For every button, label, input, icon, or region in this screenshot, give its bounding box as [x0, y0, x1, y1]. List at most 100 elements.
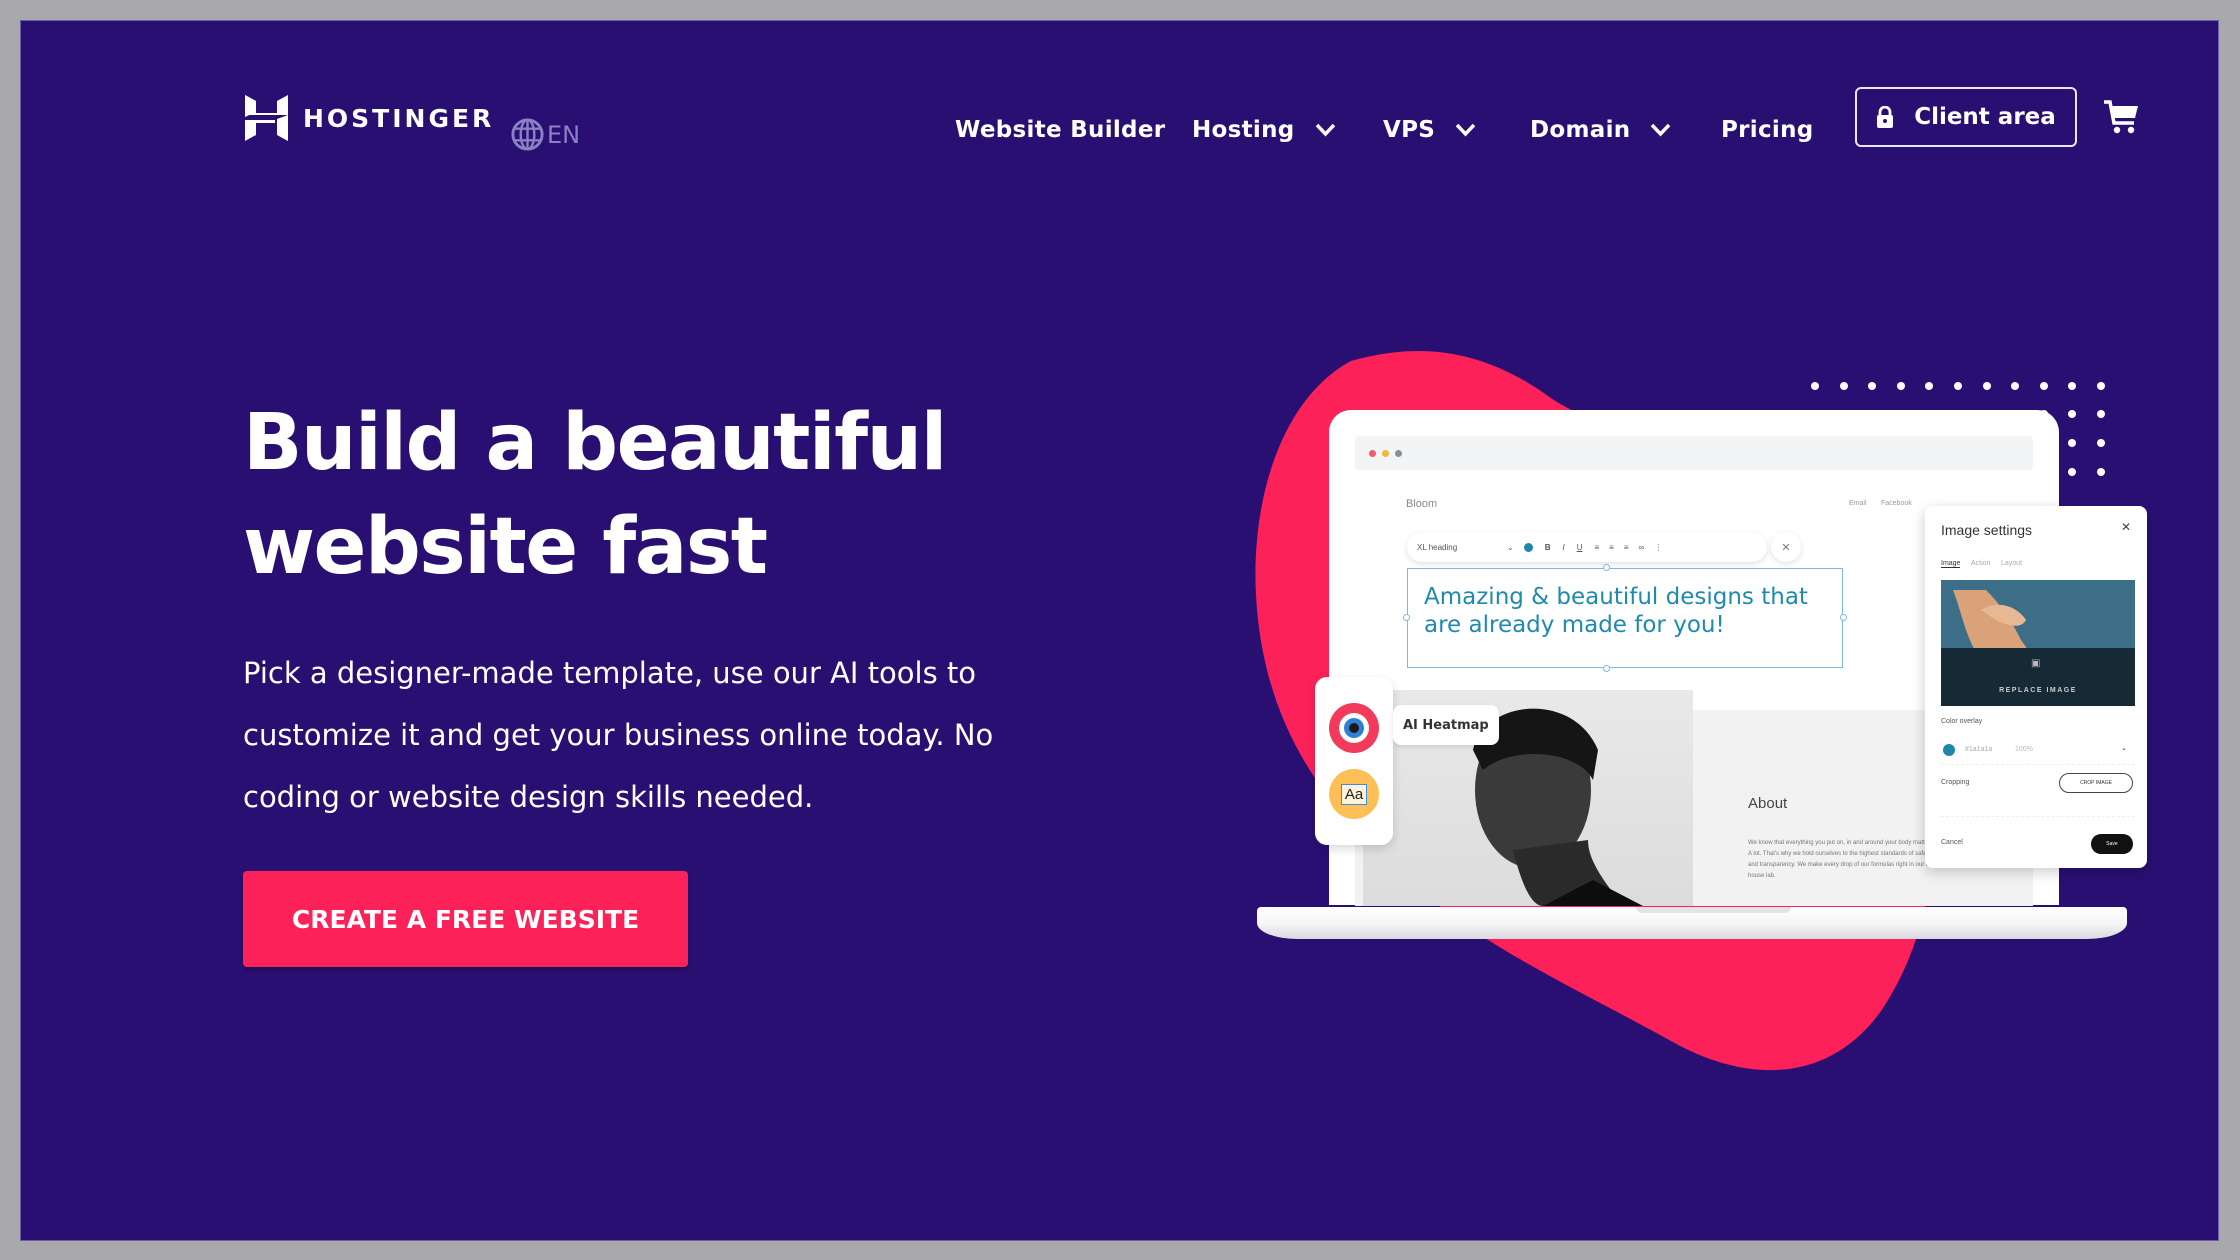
decorative-dot: [1811, 410, 1819, 418]
nav-domain[interactable]: Domain: [1530, 117, 1671, 143]
pink-blob-shape: [1255, 351, 1934, 1071]
decorative-dot: [1982, 382, 1991, 390]
decorative-dot: [2039, 382, 2048, 390]
decorative-dot: [1896, 410, 1905, 418]
replace-overlay: [1941, 648, 2135, 706]
decorative-dot: [1868, 382, 1877, 390]
decorative-dot: [1925, 410, 1934, 418]
hero-title: Build a beautiful website fast: [243, 391, 1143, 599]
nav-pricing[interactable]: Pricing: [1721, 117, 1814, 143]
cropping-label: Cropping: [1941, 779, 1970, 786]
color-overlay-label: Color overlay: [1941, 718, 1983, 725]
resize-handle: [1603, 665, 1610, 672]
hero-title-line2: website fast: [243, 502, 768, 592]
camera-icon: ▣: [2031, 658, 2041, 669]
image-settings-panel: Image settings ✕ Image Action Layout ▣ R…: [1925, 506, 2147, 868]
close-icon: ✕: [2120, 520, 2131, 534]
nav-label: Hosting: [1192, 117, 1295, 143]
bold-icon: B: [1544, 542, 1551, 552]
brand-name: HOSTINGER: [303, 103, 495, 133]
resize-handle: [1603, 564, 1610, 571]
ai-tools-card: Aa: [1315, 677, 1393, 845]
language-code: EN: [547, 120, 581, 149]
decorative-dot: [1954, 382, 1962, 390]
lock-icon: [1877, 106, 1894, 128]
decorative-dot: [1954, 410, 1962, 418]
hero-title-line1: Build a beautiful: [243, 398, 947, 488]
decorative-dot: [2097, 410, 2105, 418]
site-brand: Bloom: [1406, 498, 1438, 510]
panel-tab-image: Image: [1941, 560, 1961, 568]
nav-label: Website Builder: [955, 117, 1166, 143]
nav-website-builder[interactable]: Website Builder: [955, 117, 1165, 143]
decorative-dot: [2097, 382, 2105, 390]
cta-label: CREATE A FREE WEBSITE: [291, 904, 640, 934]
nav-label: VPS: [1383, 117, 1436, 143]
ai-heatmap-eye-icon: [1329, 703, 1379, 753]
decorative-dot: [2097, 439, 2105, 447]
resize-handle: [1840, 614, 1847, 621]
image-preview: ▣ REPLACE IMAGE: [1941, 580, 2135, 706]
create-free-website-button[interactable]: CREATE A FREE WEBSITE: [243, 871, 688, 967]
align-left-icon: ≡: [1594, 542, 1600, 552]
about-text: We know that everything you put on, in a…: [1748, 840, 1935, 879]
language-selector[interactable]: EN: [510, 117, 580, 152]
replace-image-label: REPLACE IMAGE: [1999, 687, 2077, 694]
decorative-dot: [2068, 410, 2077, 418]
close-icon: ✕: [1771, 532, 1801, 562]
text-color-icon: [1523, 542, 1533, 552]
underline-icon: U: [1576, 542, 1583, 552]
nav-hosting[interactable]: Hosting: [1192, 117, 1336, 143]
chevron-down-icon: ⌄: [2121, 745, 2127, 752]
color-swatch: [1943, 744, 1955, 756]
nav-vps[interactable]: VPS: [1383, 117, 1476, 143]
window-dot-yellow: [1382, 450, 1389, 457]
decorative-dot: [2068, 382, 2077, 390]
opacity-value: 100%: [2015, 746, 2033, 753]
chevron-down-icon: [1651, 123, 1671, 137]
about-section: [1355, 710, 2033, 906]
portrait-photo: [1363, 690, 1693, 906]
save-button: Save: [2091, 834, 2133, 854]
save-label: Save: [2106, 841, 2118, 847]
hostinger-logo[interactable]: HOSTINGER: [245, 95, 494, 141]
cancel-label: Cancel: [1941, 839, 1963, 846]
decorative-dot: [1811, 382, 1819, 390]
style-select: XL heading: [1417, 542, 1458, 552]
color-value: #1a1a1a: [1965, 746, 1993, 753]
decorative-dot: [2011, 382, 2020, 390]
more-icon: ⋮: [1654, 542, 1663, 552]
site-nav-facebook: Facebook: [1881, 500, 1912, 507]
divider: [1941, 816, 2135, 817]
decorative-dot: [2039, 410, 2048, 418]
decorative-dot: [1839, 382, 1848, 390]
ai-heatmap-label: AI Heatmap: [1393, 705, 1499, 745]
client-area-button[interactable]: Client area: [1855, 87, 2077, 147]
about-heading: About: [1748, 795, 1788, 812]
client-area-label: Client area: [1914, 104, 2056, 130]
chevron-down-icon: [1455, 123, 1476, 137]
decorative-dot: [1839, 410, 1848, 418]
decorative-dot: [2011, 410, 2020, 418]
decorative-dot: [1925, 382, 1934, 390]
nav-label: Pricing: [1721, 117, 1814, 143]
window-dot-gray: [1395, 450, 1402, 457]
cart-icon[interactable]: [2103, 99, 2139, 135]
panel-tab-layout: Layout: [2001, 560, 2023, 567]
crop-image-button: CROP IMAGE: [2059, 773, 2133, 793]
window-dot-red: [1369, 450, 1376, 457]
decorative-dot: [2097, 468, 2105, 476]
browser-bar: [1355, 436, 2033, 470]
hostinger-logo-icon: [245, 95, 288, 141]
chevron-down-icon: [1315, 123, 1335, 137]
decorative-dot: [2068, 468, 2077, 476]
align-right-icon: ≡: [1623, 542, 1629, 552]
crop-image-label: CROP IMAGE: [2080, 780, 2112, 786]
hero-illustration: Bloom Email Facebook XL heading ⌄ B I U …: [21, 21, 2218, 1240]
page-frame: Bloom Email Facebook XL heading ⌄ B I U …: [21, 21, 2218, 1240]
ai-font-icon: Aa: [1329, 769, 1379, 819]
divider: [1941, 764, 2135, 765]
decorative-dot: [1896, 382, 1905, 390]
editable-heading: Amazing & beautiful designs that are alr…: [1407, 568, 1843, 668]
globe-icon: [511, 118, 544, 151]
